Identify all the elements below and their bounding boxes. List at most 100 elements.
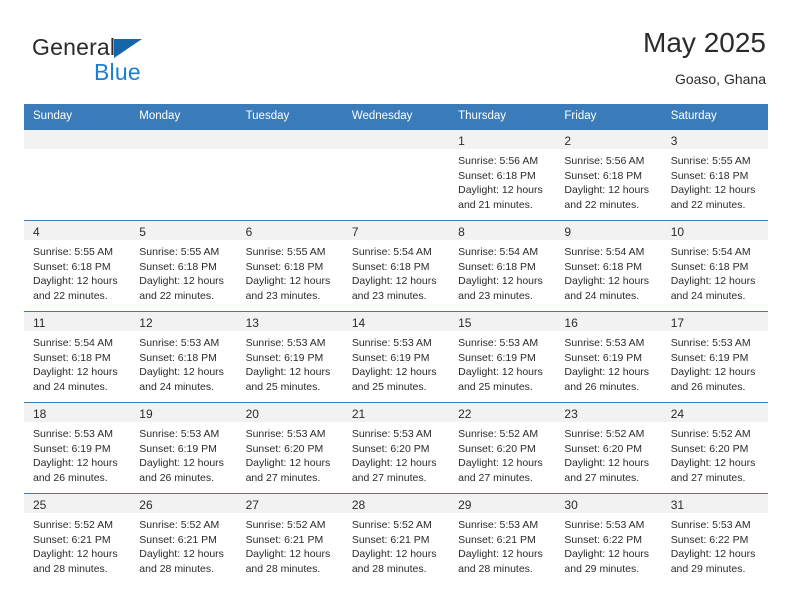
day-details: Sunrise: 5:52 AM Sunset: 6:21 PM Daylight:… [237, 513, 343, 576]
calendar-day-cell[interactable]: 23 Sunrise: 5:52 AM Sunset: 6:20 PM Dayligh… [555, 402, 662, 494]
sunset-text: Sunset: 6:20 PM [458, 442, 536, 455]
calendar-day-cell[interactable]: 6 Sunrise: 5:55 AM Sunset: 6:18 PM Daylight… [236, 220, 343, 312]
sunrise-text: Sunrise: 5:54 AM [670, 246, 751, 258]
day-number: 1 [458, 134, 465, 148]
calendar-day-cell[interactable]: 9 Sunrise: 5:54 AM Sunset: 6:18 PM Daylight… [555, 220, 662, 312]
sunset-text: Sunset: 6:21 PM [458, 533, 536, 546]
sunset-text: Sunset: 6:21 PM [33, 533, 111, 546]
day-number-band: 13 [236, 312, 343, 331]
page-header: General Blue May 2025 Goaso, Ghana [24, 26, 768, 96]
day-number-band [24, 130, 131, 149]
calendar-day-cell[interactable]: 25 Sunrise: 5:52 AM Sunset: 6:21 PM Dayligh… [24, 493, 131, 584]
sunrise-text: Sunrise: 5:53 AM [33, 428, 113, 440]
calendar-table: Sunday Monday Tuesday Wednesday Thursday… [24, 104, 768, 584]
day-details [237, 149, 343, 154]
sunrise-text: Sunrise: 5:53 AM [351, 337, 432, 349]
day-number: 9 [564, 225, 572, 239]
sunset-text: Sunset: 6:21 PM [139, 533, 217, 546]
daylight-text-line2: and 22 minutes. [33, 289, 108, 302]
day-number-band: 18 [24, 403, 131, 422]
sunrise-text: Sunrise: 5:54 AM [33, 337, 113, 349]
calendar-day-cell[interactable]: 10 Sunrise: 5:54 AM Sunset: 6:18 PM Dayligh… [661, 220, 768, 312]
calendar-day-cell[interactable]: 8 Sunrise: 5:54 AM Sunset: 6:18 PM Daylight… [449, 220, 556, 312]
calendar-day-cell[interactable]: 17 Sunrise: 5:53 AM Sunset: 6:19 PM Dayligh… [661, 311, 768, 403]
day-details: Sunrise: 5:52 AM Sunset: 6:20 PM Daylight:… [662, 422, 768, 485]
weekday-header-saturday: Saturday [661, 104, 768, 130]
daylight-text-line2: and 28 minutes. [33, 562, 108, 575]
day-details: Sunrise: 5:53 AM Sunset: 6:19 PM Daylight:… [343, 331, 449, 394]
day-number-band: 17 [661, 312, 768, 331]
daylight-text-line2: and 27 minutes. [351, 471, 427, 484]
calendar-day-cell[interactable]: 7 Sunrise: 5:54 AM Sunset: 6:18 PM Daylight… [342, 220, 450, 312]
calendar-day-cell[interactable]: 3 Sunrise: 5:55 AM Sunset: 6:18 PM Daylight… [661, 129, 768, 221]
sunset-text: Sunset: 6:20 PM [351, 442, 430, 455]
calendar-day-cell[interactable]: 26 Sunrise: 5:52 AM Sunset: 6:21 PM Dayligh… [130, 493, 237, 584]
brand-logo[interactable]: General Blue [32, 34, 222, 92]
daylight-text-line1: Daylight: 12 hours [245, 548, 331, 561]
calendar-day-cell[interactable]: 31 Sunrise: 5:53 AM Sunset: 6:22 PM Dayligh… [661, 493, 768, 584]
sunrise-text: Sunrise: 5:53 AM [139, 337, 220, 349]
sunrise-text: Sunrise: 5:55 AM [670, 155, 751, 167]
daylight-text-line2: and 26 minutes. [564, 380, 640, 393]
day-details: Sunrise: 5:53 AM Sunset: 6:22 PM Daylight:… [555, 513, 661, 576]
calendar-day-cell[interactable]: 5 Sunrise: 5:55 AM Sunset: 6:18 PM Daylight… [130, 220, 237, 312]
day-number-band: 7 [342, 221, 450, 240]
calendar-day-cell[interactable]: 30 Sunrise: 5:53 AM Sunset: 6:22 PM Dayligh… [555, 493, 662, 584]
day-number: 10 [670, 225, 685, 239]
calendar-day-cell[interactable]: 21 Sunrise: 5:53 AM Sunset: 6:20 PM Dayligh… [342, 402, 450, 494]
day-details: Sunrise: 5:53 AM Sunset: 6:18 PM Daylight:… [130, 331, 236, 394]
calendar-day-cell[interactable]: 20 Sunrise: 5:53 AM Sunset: 6:20 PM Dayligh… [236, 402, 343, 494]
day-number: 15 [458, 316, 472, 330]
calendar-day-cell-empty [342, 129, 450, 221]
day-number-band: 14 [342, 312, 450, 331]
sunset-text: Sunset: 6:20 PM [670, 442, 749, 455]
calendar-day-cell[interactable]: 19 Sunrise: 5:53 AM Sunset: 6:19 PM Dayligh… [130, 402, 237, 494]
sunrise-text: Sunrise: 5:53 AM [458, 337, 539, 349]
calendar-day-cell[interactable]: 24 Sunrise: 5:52 AM Sunset: 6:20 PM Dayligh… [661, 402, 768, 494]
calendar-day-cell[interactable]: 12 Sunrise: 5:53 AM Sunset: 6:18 PM Dayligh… [130, 311, 237, 403]
calendar-day-cell[interactable]: 2 Sunrise: 5:56 AM Sunset: 6:18 PM Daylight… [555, 129, 662, 221]
calendar-day-cell[interactable]: 4 Sunrise: 5:55 AM Sunset: 6:18 PM Daylight… [24, 220, 131, 312]
daylight-text-line2: and 26 minutes. [33, 471, 108, 484]
sunrise-text: Sunrise: 5:53 AM [245, 337, 326, 349]
daylight-text-line1: Daylight: 12 hours [564, 457, 650, 470]
day-number-band: 22 [449, 403, 556, 422]
daylight-text-line2: and 28 minutes. [139, 562, 214, 575]
sunrise-text: Sunrise: 5:55 AM [139, 246, 220, 258]
calendar-day-cell[interactable]: 16 Sunrise: 5:53 AM Sunset: 6:19 PM Dayligh… [555, 311, 662, 403]
daylight-text-line1: Daylight: 12 hours [351, 366, 437, 379]
calendar-day-cell[interactable]: 13 Sunrise: 5:53 AM Sunset: 6:19 PM Dayligh… [236, 311, 343, 403]
day-number-band: 30 [555, 494, 662, 513]
day-details: Sunrise: 5:56 AM Sunset: 6:18 PM Daylight:… [555, 149, 661, 212]
calendar-day-cell[interactable]: 11 Sunrise: 5:54 AM Sunset: 6:18 PM Dayligh… [24, 311, 131, 403]
calendar-week-row: 4 Sunrise: 5:55 AM Sunset: 6:18 PM Daylight… [24, 220, 768, 312]
sunset-text: Sunset: 6:18 PM [564, 260, 643, 273]
calendar-day-cell[interactable]: 27 Sunrise: 5:52 AM Sunset: 6:21 PM Dayligh… [236, 493, 343, 584]
calendar-day-cell[interactable]: 15 Sunrise: 5:53 AM Sunset: 6:19 PM Dayligh… [449, 311, 556, 403]
sunset-text: Sunset: 6:19 PM [351, 351, 430, 364]
calendar-week-row: 1 Sunrise: 5:56 AM Sunset: 6:18 PM Daylight… [24, 129, 768, 221]
sunrise-text: Sunrise: 5:53 AM [139, 428, 220, 440]
sunset-text: Sunset: 6:18 PM [33, 351, 111, 364]
daylight-text-line1: Daylight: 12 hours [670, 366, 756, 379]
calendar-day-cell[interactable]: 22 Sunrise: 5:52 AM Sunset: 6:20 PM Dayligh… [449, 402, 556, 494]
calendar-day-cell[interactable]: 1 Sunrise: 5:56 AM Sunset: 6:18 PM Daylight… [449, 129, 556, 221]
calendar-day-cell[interactable]: 28 Sunrise: 5:52 AM Sunset: 6:21 PM Dayligh… [342, 493, 450, 584]
daylight-text-line2: and 28 minutes. [245, 562, 321, 575]
daylight-text-line1: Daylight: 12 hours [139, 275, 224, 288]
day-details [24, 149, 130, 154]
calendar-day-cell[interactable]: 14 Sunrise: 5:53 AM Sunset: 6:19 PM Dayligh… [342, 311, 450, 403]
day-details: Sunrise: 5:53 AM Sunset: 6:19 PM Daylight:… [555, 331, 661, 394]
day-number: 31 [670, 498, 685, 512]
calendar-day-cell[interactable]: 29 Sunrise: 5:53 AM Sunset: 6:21 PM Dayligh… [449, 493, 556, 584]
title-block: May 2025 Goaso, Ghana [643, 26, 766, 89]
sunset-text: Sunset: 6:18 PM [670, 169, 749, 182]
calendar-day-cell[interactable]: 18 Sunrise: 5:53 AM Sunset: 6:19 PM Dayligh… [24, 402, 131, 494]
daylight-text-line2: and 25 minutes. [458, 380, 533, 393]
daylight-text-line1: Daylight: 12 hours [139, 548, 224, 561]
sunset-text: Sunset: 6:18 PM [139, 351, 217, 364]
daylight-text-line1: Daylight: 12 hours [351, 457, 437, 470]
sunrise-text: Sunrise: 5:54 AM [564, 246, 645, 258]
daylight-text-line1: Daylight: 12 hours [458, 366, 543, 379]
day-number: 3 [670, 134, 678, 148]
